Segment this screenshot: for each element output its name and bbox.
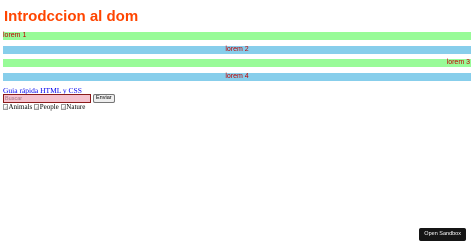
broken-image-icon (34, 104, 40, 110)
image-alt-text: Animals (8, 103, 33, 111)
image-alt-text: Nature (66, 103, 86, 111)
search-input[interactable] (3, 94, 91, 103)
page: Introdccion al dom lorem 1 lorem 2 lorem… (0, 0, 474, 248)
lorem-bar-3: lorem 3 (3, 59, 471, 67)
lorem-bar-2: lorem 2 (3, 46, 471, 54)
send-button[interactable]: Enviar (93, 94, 115, 103)
image-people: People (34, 103, 59, 111)
broken-image-icon (60, 104, 66, 110)
image-alt-text: People (39, 103, 59, 111)
image-animals: Animals (3, 103, 32, 111)
page-title: Introdccion al dom (4, 8, 139, 25)
lorem-bar-1: lorem 1 (3, 32, 471, 40)
open-sandbox-button[interactable]: Open Sandbox (419, 228, 466, 241)
lorem-bar-4: lorem 4 (3, 73, 471, 81)
image-nature: Nature (60, 103, 86, 111)
broken-image-icon (3, 104, 8, 110)
image-row: Animals People Nature (3, 103, 87, 111)
